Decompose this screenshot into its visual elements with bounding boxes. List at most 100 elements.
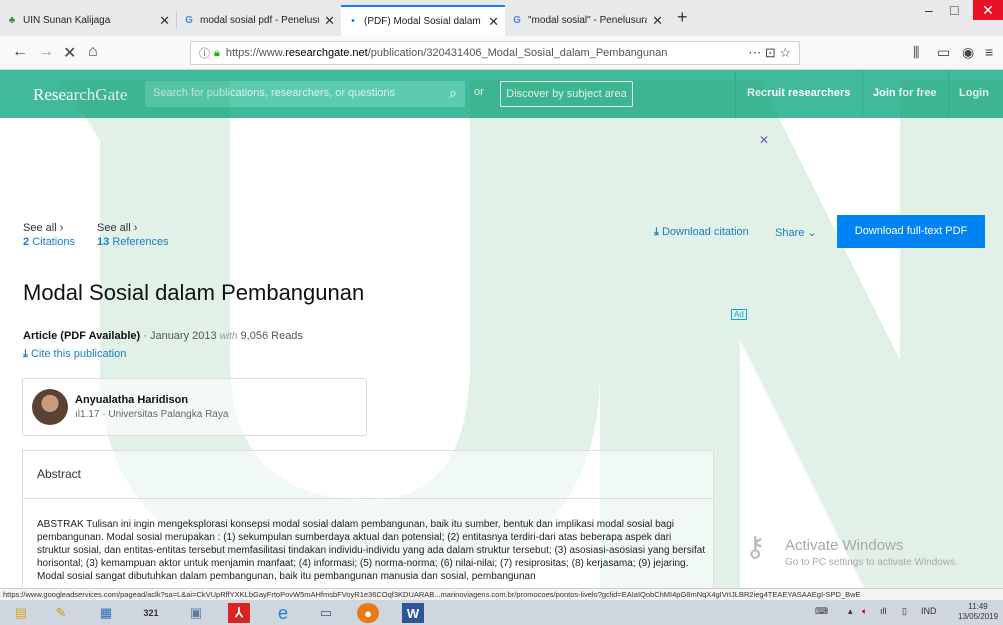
close-window-button[interactable]: ✕ — [973, 0, 1003, 20]
clock-time: 11:49 — [968, 602, 988, 611]
new-tab-button[interactable]: + — [677, 7, 688, 28]
download-icon: ⤓ — [654, 226, 659, 238]
remote-desktop-icon[interactable]: ▭ — [315, 603, 337, 623]
calendar-icon[interactable]: 321 — [140, 603, 162, 623]
activate-title: Activate Windows — [785, 537, 904, 554]
references-stat[interactable]: See all › 13 References — [97, 221, 169, 249]
maximize-button[interactable]: □ — [950, 2, 958, 18]
publication-meta: Article (PDF Available) · January 2013 w… — [23, 330, 303, 342]
close-tab-icon[interactable]: ✕ — [159, 13, 170, 29]
extension-icon[interactable]: ◉ — [962, 44, 974, 61]
close-tab-icon[interactable]: ✕ — [652, 13, 663, 29]
keyboard-icon[interactable]: ⌨ — [815, 606, 828, 617]
search-placeholder: Search for publications, researchers, or… — [153, 87, 396, 99]
clock-date: 13/05/2019 — [958, 612, 999, 621]
control-panel-icon[interactable]: ▦ — [95, 603, 117, 623]
loading-dot-icon: • — [351, 16, 355, 27]
google-favicon-icon: G — [513, 15, 521, 26]
close-tab-icon[interactable]: ✕ — [488, 14, 499, 30]
header-divider — [862, 70, 863, 118]
publication-date: January 2013 — [149, 330, 217, 342]
reads-count: 9,056 Reads — [240, 330, 303, 342]
author-card[interactable]: Anyualatha Haridison ıl1.17 · Universita… — [22, 378, 367, 436]
ad-close-icon[interactable]: ✕ — [758, 134, 770, 146]
share-button[interactable]: Share ⌄ — [775, 226, 817, 239]
home-icon[interactable]: ⌂ — [88, 43, 98, 61]
discover-button[interactable]: Discover by subject area — [500, 81, 633, 107]
cite-label: Cite this publication — [30, 348, 127, 360]
menu-icon[interactable]: ≡ — [985, 44, 993, 60]
divider — [23, 498, 713, 499]
chevron-down-icon: ⌄ — [807, 227, 817, 239]
tab-title: modal sosial pdf - Penelusuran — [200, 15, 319, 26]
citations-stat[interactable]: See all › 2 Citations — [23, 221, 75, 249]
page-actions[interactable]: ⋯ ⊡ ☆ — [748, 45, 791, 61]
with-label: with — [219, 331, 238, 342]
signal-icon[interactable]: ıll — [880, 606, 887, 616]
citations-label: Citations — [32, 236, 75, 248]
word-icon[interactable]: W — [402, 603, 424, 623]
download-pdf-button[interactable]: Download full-text PDF — [837, 215, 985, 248]
battery-icon[interactable]: ▯ — [902, 606, 907, 617]
download-citation-link[interactable]: ⤓ Download citation — [654, 226, 749, 239]
references-count: 13 — [97, 236, 110, 248]
photo-viewer-icon[interactable]: ▣ — [185, 603, 207, 623]
page-title: Modal Sosial dalam Pembangunan — [23, 280, 365, 305]
avatar[interactable] — [32, 389, 68, 425]
cite-publication-link[interactable]: ⤓ Cite this publication — [23, 348, 126, 361]
language-indicator[interactable]: IND — [921, 606, 937, 616]
tab-title: UIN Sunan Kalijaga — [23, 15, 111, 26]
lock-icon: 🔒︎ — [214, 46, 220, 59]
tab-google-2[interactable]: G "modal sosial" - Penelusuran G ✕ — [505, 5, 669, 36]
volume-icon[interactable]: 🔈︎ — [862, 606, 867, 617]
sidebar-icon[interactable]: ▭ — [937, 44, 950, 61]
or-label: or — [474, 86, 484, 98]
login-link[interactable]: Login — [959, 87, 989, 99]
acrobat-icon[interactable]: ⅄ — [228, 603, 250, 623]
status-bar-url: https://www.googleadservices.com/pagead/… — [0, 588, 1003, 600]
recruit-link[interactable]: Recruit researchers — [747, 87, 850, 99]
url-prefix: https://www. — [225, 47, 286, 59]
url-path: /publication/320431406_Modal_Sosial_dala… — [367, 47, 668, 59]
search-input[interactable]: Search for publications, researchers, or… — [145, 81, 465, 107]
file-explorer-icon[interactable]: ▤ — [10, 603, 32, 623]
download-citation-label: Download citation — [661, 226, 749, 238]
windows-taskbar: ▤ ✎ ▦ 321 ▣ ⅄ e ▭ ● W ⌨ ▴ 🔈︎ ıll ▯ IND 1… — [0, 600, 1003, 625]
join-link[interactable]: Join for free — [873, 87, 937, 99]
abstract-text: ABSTRAK Tulisan ini ingin mengeksplorasi… — [37, 519, 706, 582]
firefox-icon[interactable]: ● — [357, 603, 379, 623]
site-logo[interactable]: ResearchGate — [33, 85, 127, 105]
ad-badge[interactable]: Ad — [731, 309, 747, 320]
tab-title: (PDF) Modal Sosial dalam Pem — [364, 16, 483, 27]
clock[interactable]: 11:49 13/05/2019 — [958, 602, 998, 622]
paint-icon[interactable]: ✎ — [50, 603, 72, 623]
google-favicon-icon: G — [185, 15, 193, 26]
tab-title: "modal sosial" - Penelusuran G — [528, 15, 647, 26]
tray-arrow-icon[interactable]: ▴ — [848, 606, 853, 617]
author-affiliation[interactable]: Universitas Palangka Raya — [108, 409, 228, 420]
activate-subtitle: Go to PC settings to activate Windows. — [785, 557, 958, 568]
minimize-button[interactable]: – — [925, 2, 933, 18]
author-name[interactable]: Anyualatha Haridison — [75, 394, 188, 406]
address-bar[interactable]: ⓘ 🔒︎ https://www. researchgate.net/public… — [190, 41, 800, 65]
stop-icon[interactable]: ✕ — [63, 43, 76, 63]
author-affiliation-row: ıl1.17 · Universitas Palangka Raya — [75, 409, 229, 420]
tab-uin[interactable]: ♣ UIN Sunan Kalijaga ✕ — [0, 5, 176, 36]
download-icon: ⤓ — [23, 348, 28, 360]
back-arrow-icon[interactable]: ← — [12, 43, 28, 61]
internet-explorer-icon[interactable]: e — [272, 603, 294, 623]
library-icon[interactable]: ⫼ — [913, 44, 919, 61]
close-tab-icon[interactable]: ✕ — [324, 13, 335, 29]
info-icon[interactable]: ⓘ — [199, 45, 210, 61]
browser-tab-strip: ♣ UIN Sunan Kalijaga ✕ G modal sosial pd… — [0, 0, 1003, 36]
search-icon[interactable]: ⌕ — [449, 85, 457, 102]
site-header: ResearchGate Search for publications, re… — [0, 70, 1003, 118]
citations-see-all[interactable]: See all › — [23, 221, 75, 235]
uin-favicon-icon: ♣ — [8, 15, 16, 26]
tab-researchgate[interactable]: • (PDF) Modal Sosial dalam Pem ✕ — [341, 5, 505, 36]
references-see-all[interactable]: See all › — [97, 221, 169, 235]
forward-arrow-icon[interactable]: → — [38, 43, 54, 61]
tab-google-1[interactable]: G modal sosial pdf - Penelusuran ✕ — [177, 5, 341, 36]
browser-navbar: ← → ✕ ⌂ ⓘ 🔒︎ https://www. researchgate.ne… — [0, 36, 1003, 70]
author-score: 1.17 — [80, 409, 100, 420]
